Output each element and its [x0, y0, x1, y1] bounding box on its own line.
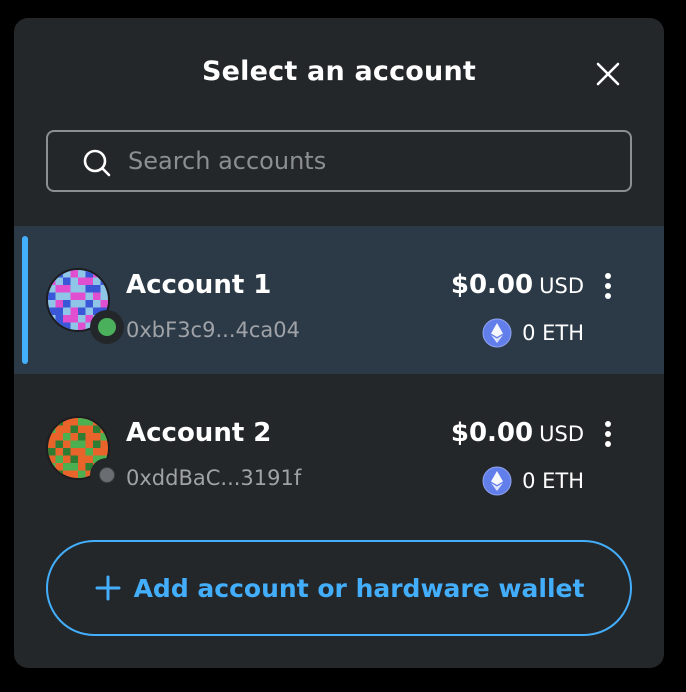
- kebab-menu-icon: [605, 273, 611, 299]
- account-address: 0xbF3c9...4ca04: [126, 318, 300, 342]
- fiat-amount: $0.00: [450, 418, 534, 448]
- account-name: Account 1: [126, 270, 272, 300]
- search-box: [46, 130, 632, 192]
- account-name: Account 2: [126, 418, 272, 448]
- account-selector-modal: Select an account Search accounts Accoun…: [14, 18, 664, 668]
- kebab-menu-icon: [605, 421, 611, 447]
- fiat-balance: $0.00 USD: [451, 418, 584, 448]
- close-icon: [596, 62, 620, 86]
- token-balance: 0 ETH: [482, 318, 584, 348]
- eth-icon: [482, 318, 512, 348]
- selected-indicator: [22, 236, 28, 364]
- fiat-balance: $0.00 USD: [451, 270, 584, 300]
- account-options-button[interactable]: [596, 414, 620, 454]
- add-account-button[interactable]: Add account or hardware wallet: [46, 540, 632, 636]
- account-row-1[interactable]: Account 1 0xbF3c9...4ca04 $0.00 USD 0 ETH: [14, 226, 664, 374]
- add-account-label: Add account or hardware wallet: [133, 573, 585, 603]
- disconnected-status-icon: [90, 458, 124, 492]
- plus-icon: [95, 575, 121, 601]
- account-options-button[interactable]: [596, 266, 620, 306]
- modal-header: Select an account: [14, 18, 664, 130]
- close-button[interactable]: [592, 58, 624, 90]
- fiat-amount: $0.00: [450, 270, 534, 300]
- account-row-2[interactable]: Account 2 0xddBaC...3191f $0.00 USD 0 ETH: [14, 374, 664, 522]
- token-amount: 0 ETH: [522, 321, 584, 345]
- token-amount: 0 ETH: [522, 469, 584, 493]
- modal-title: Select an account: [201, 56, 476, 87]
- search-icon: [83, 149, 111, 177]
- fiat-currency: USD: [539, 422, 584, 446]
- eth-icon: [482, 466, 512, 496]
- search-input[interactable]: [128, 132, 608, 190]
- fiat-currency: USD: [539, 274, 584, 298]
- token-balance: 0 ETH: [482, 466, 584, 496]
- connected-status-icon: [90, 310, 124, 344]
- account-address: 0xddBaC...3191f: [126, 466, 302, 490]
